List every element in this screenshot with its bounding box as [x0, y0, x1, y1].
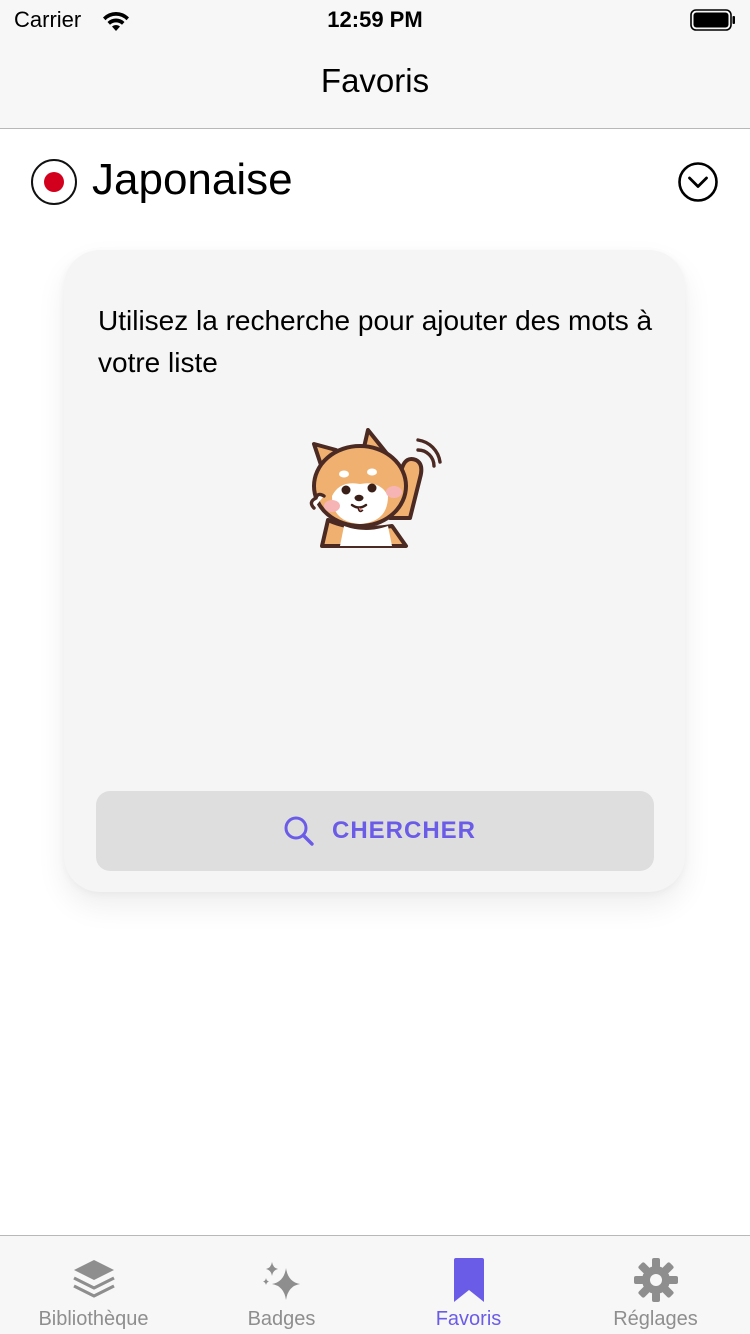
navigation-bar: Favoris [0, 40, 750, 129]
tab-bar: Bibliothèque Badges Favoris Réglages [0, 1235, 750, 1334]
tab-label: Badges [247, 1308, 316, 1330]
language-name: Japonaise [92, 155, 293, 204]
gear-icon [633, 1258, 678, 1302]
tab-favoris[interactable]: Favoris [375, 1236, 562, 1334]
japan-flag-icon [31, 159, 77, 205]
tab-badges[interactable]: Badges [188, 1236, 375, 1334]
search-icon [284, 816, 314, 846]
layers-icon [72, 1260, 115, 1298]
page-title: Favoris [320, 62, 430, 99]
status-bar: Carrier 12:59 PM [0, 0, 750, 40]
chevron-down-circle-icon[interactable] [677, 161, 719, 203]
shiba-dog-illustration [309, 428, 442, 548]
battery-icon [690, 9, 735, 31]
search-button-label: CHERCHER [332, 817, 477, 844]
language-header: Japonaise [0, 129, 750, 239]
empty-state-message: Utilisez la recherche pour ajouter des m… [98, 305, 653, 378]
status-time: 12:59 PM [327, 7, 423, 32]
favorites-screen: Carrier 12:59 PM Favoris Japonaise Utili… [0, 0, 750, 1334]
tab-label: Bibliothèque [38, 1308, 149, 1330]
empty-favorites-card: Utilisez la recherche pour ajouter des m… [64, 250, 685, 892]
flag-red-dot [44, 172, 64, 192]
sparkles-icon [262, 1262, 300, 1300]
tab-label: Favoris [435, 1308, 502, 1330]
bookmark-icon [453, 1258, 484, 1302]
tab-bibliotheque[interactable]: Bibliothèque [0, 1236, 187, 1334]
search-button[interactable]: CHERCHER [96, 791, 654, 871]
tab-label: Réglages [613, 1308, 698, 1330]
tab-reglages[interactable]: Réglages [562, 1236, 749, 1334]
